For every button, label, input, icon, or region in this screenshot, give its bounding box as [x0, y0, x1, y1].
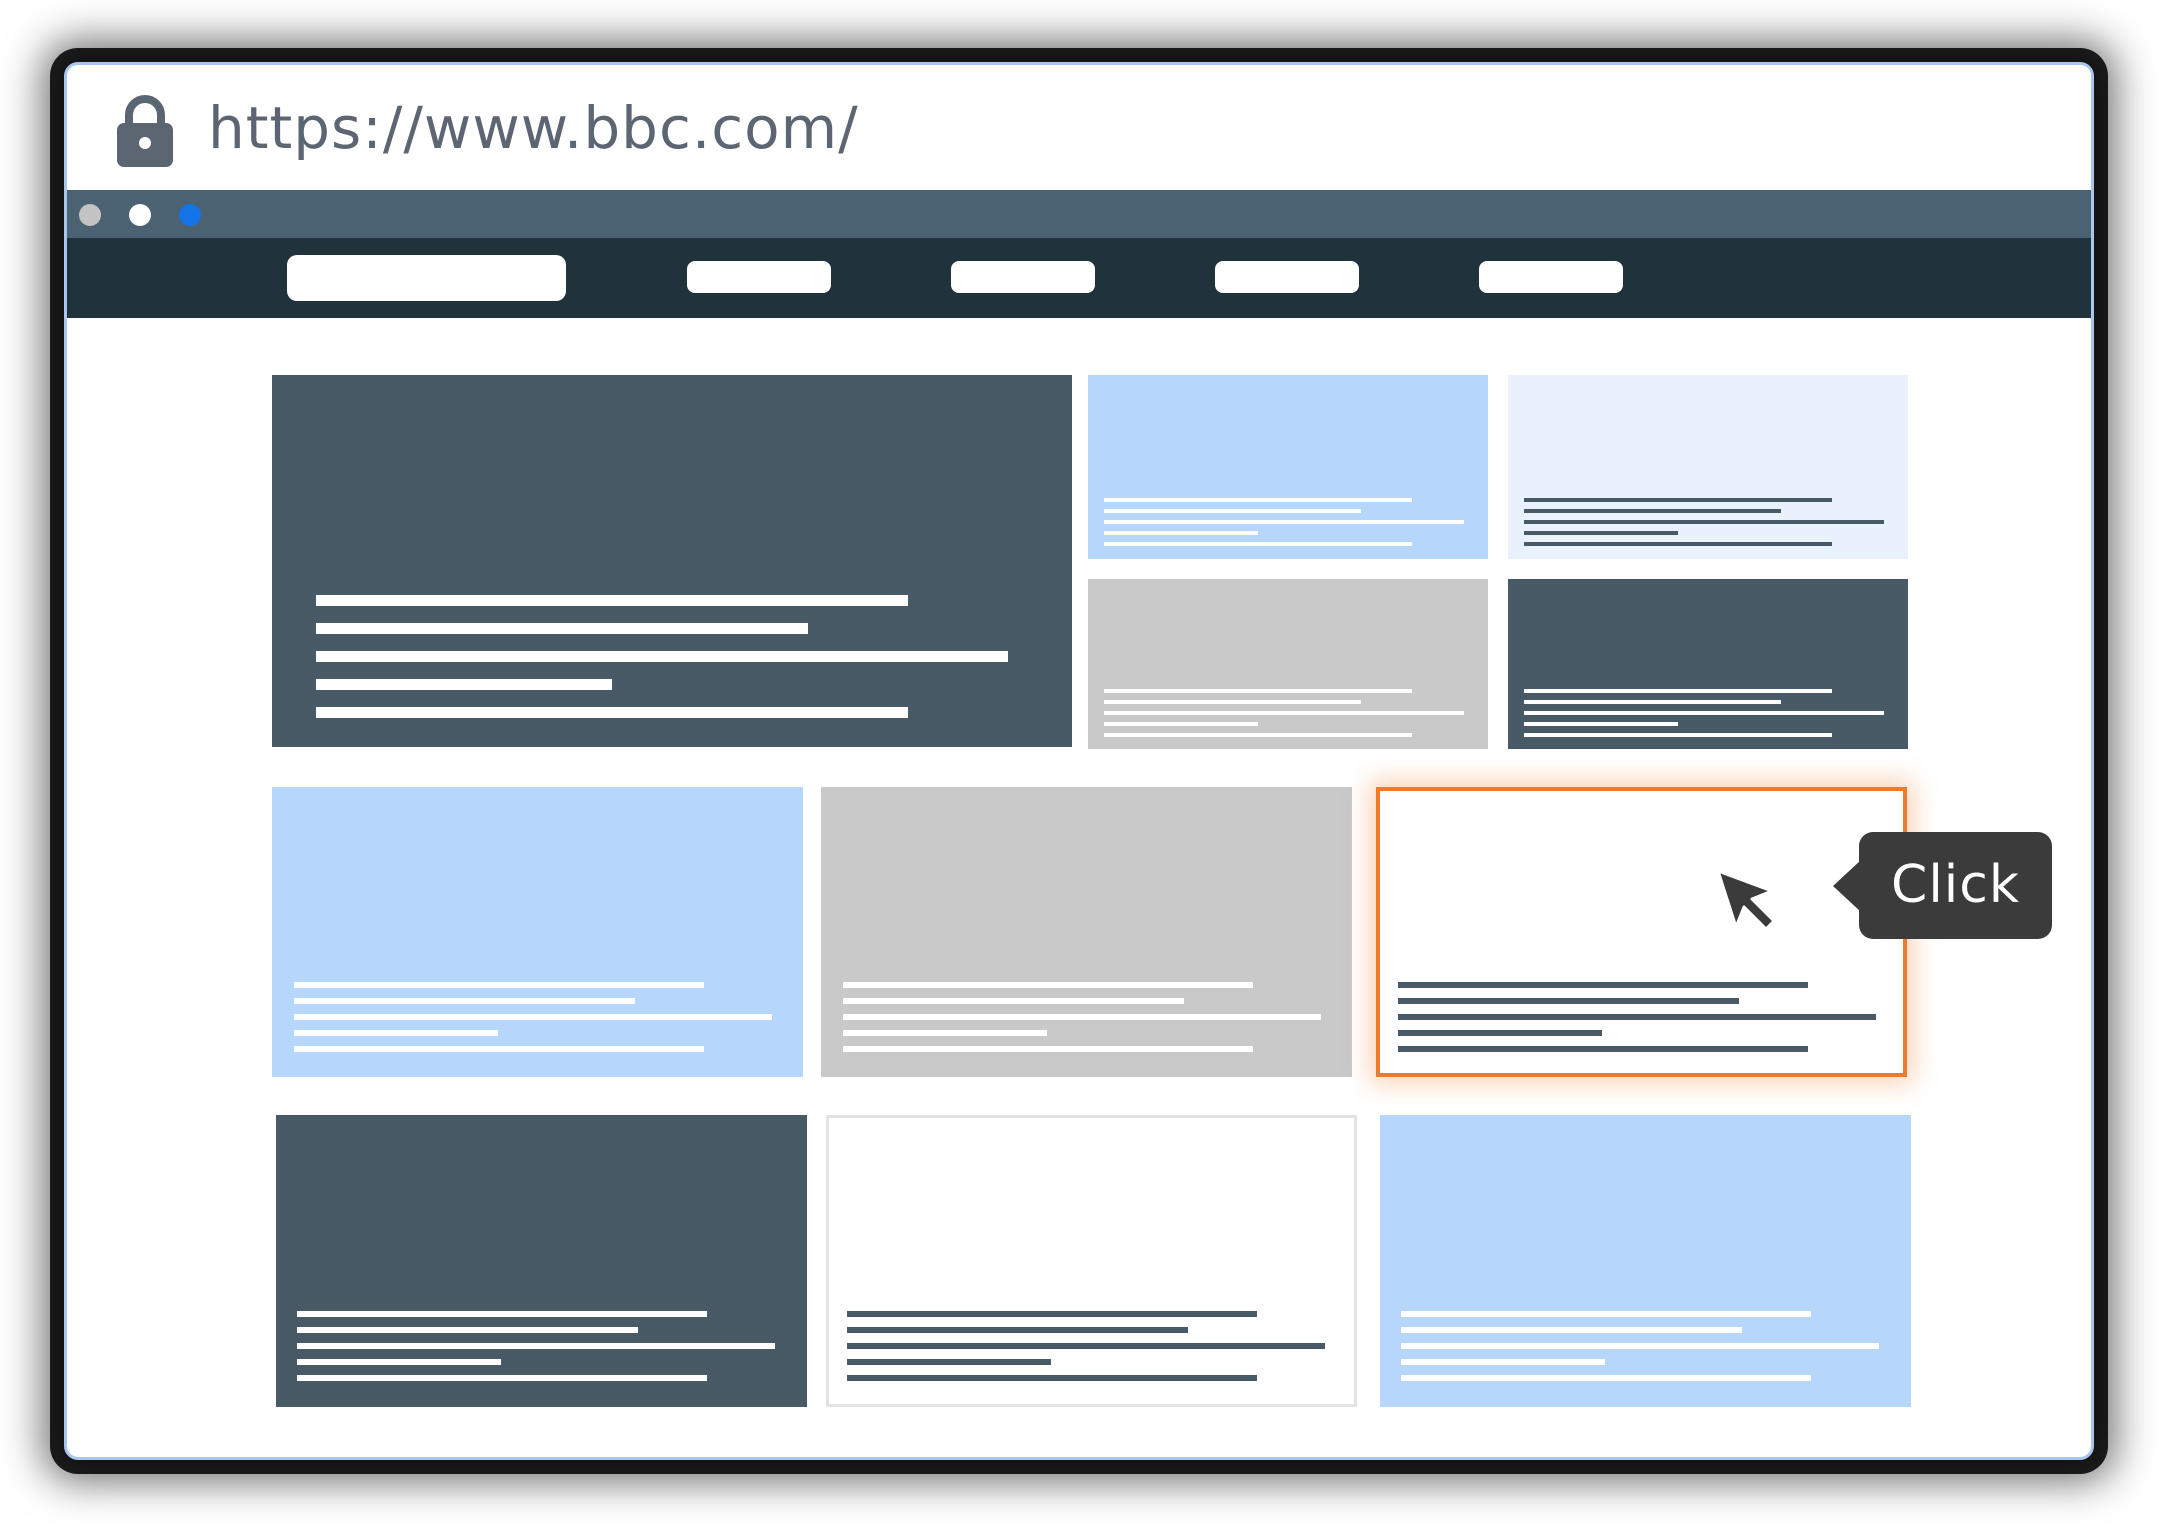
- nav-item-2[interactable]: [951, 261, 1095, 293]
- text-line: [1398, 1030, 1602, 1036]
- text-line: [1401, 1343, 1879, 1349]
- article-card-mid-1[interactable]: [272, 787, 803, 1077]
- text-line: [1524, 520, 1884, 524]
- text-line: [1401, 1311, 1811, 1317]
- text-line: [1104, 689, 1412, 693]
- text-line: [1401, 1327, 1742, 1333]
- text-line: [1524, 498, 1832, 502]
- text-line: [316, 707, 908, 718]
- text-line: [297, 1375, 707, 1381]
- text-line: [1524, 542, 1832, 546]
- text-line: [294, 1030, 498, 1036]
- text-line: [1401, 1359, 1605, 1365]
- text-line: [1104, 509, 1361, 513]
- text-line: [294, 1046, 704, 1052]
- site-navigation: [67, 238, 2091, 318]
- text-line: [316, 595, 908, 606]
- text-line: [1524, 531, 1678, 535]
- article-card-top-3[interactable]: [1088, 579, 1488, 749]
- text-line: [297, 1343, 775, 1349]
- mouse-cursor-icon: [1716, 869, 1776, 931]
- text-line: [847, 1311, 1257, 1317]
- nav-item-3[interactable]: [1215, 261, 1359, 293]
- url-text[interactable]: https://www.bbc.com/: [208, 91, 859, 165]
- text-line: [1398, 998, 1739, 1004]
- text-line: [1104, 722, 1258, 726]
- click-tooltip: Click: [1833, 832, 2052, 939]
- article-card-mid-2[interactable]: [821, 787, 1352, 1077]
- nav-item-1[interactable]: [687, 261, 831, 293]
- text-line: [297, 1311, 707, 1317]
- text-line: [843, 1014, 1321, 1020]
- text-line: [1524, 700, 1781, 704]
- text-line: [843, 982, 1253, 988]
- text-line: [1104, 498, 1412, 502]
- window-dot-gray[interactable]: [79, 204, 101, 226]
- text-line: [843, 998, 1184, 1004]
- tooltip-arrow: [1833, 860, 1861, 912]
- text-line: [843, 1030, 1047, 1036]
- text-line: [847, 1375, 1257, 1381]
- text-line: [297, 1327, 638, 1333]
- tooltip-label: Click: [1891, 855, 2020, 915]
- window-dot-blue[interactable]: [179, 204, 201, 226]
- featured-article-card[interactable]: [272, 375, 1072, 747]
- article-card-top-4[interactable]: [1508, 579, 1908, 749]
- browser-window: https://www.bbc.com/: [64, 62, 2094, 1460]
- text-line: [316, 651, 1008, 662]
- text-line: [1398, 1046, 1808, 1052]
- text-line: [847, 1327, 1188, 1333]
- text-line: [843, 1046, 1253, 1052]
- site-logo-placeholder[interactable]: [287, 255, 566, 301]
- article-card-mid-3[interactable]: [1376, 787, 1907, 1077]
- text-line: [1524, 733, 1832, 737]
- text-line: [316, 679, 612, 690]
- text-line: [1398, 982, 1808, 988]
- text-line: [294, 982, 704, 988]
- text-line: [1401, 1375, 1811, 1381]
- lock-icon: [117, 95, 173, 167]
- text-line: [316, 623, 808, 634]
- text-line: [1104, 711, 1464, 715]
- text-line: [1104, 733, 1412, 737]
- text-line: [1104, 700, 1361, 704]
- article-card-bottom-3[interactable]: [1380, 1115, 1911, 1407]
- article-card-top-2[interactable]: [1508, 375, 1908, 559]
- text-line: [294, 998, 635, 1004]
- text-line: [847, 1359, 1051, 1365]
- text-line: [1524, 711, 1884, 715]
- text-line: [1524, 509, 1781, 513]
- text-line: [1524, 722, 1678, 726]
- window-chrome-bar: [67, 190, 2091, 238]
- text-line: [1104, 542, 1412, 546]
- text-line: [1524, 689, 1832, 693]
- text-line: [1398, 1014, 1876, 1020]
- text-line: [1104, 531, 1258, 535]
- window-dot-white[interactable]: [129, 204, 151, 226]
- nav-item-4[interactable]: [1479, 261, 1623, 293]
- article-card-top-1[interactable]: [1088, 375, 1488, 559]
- article-card-bottom-1[interactable]: [276, 1115, 807, 1407]
- text-line: [1104, 520, 1464, 524]
- text-line: [297, 1359, 501, 1365]
- text-line: [847, 1343, 1325, 1349]
- address-bar[interactable]: https://www.bbc.com/: [67, 65, 2091, 190]
- article-card-bottom-2[interactable]: [826, 1115, 1357, 1407]
- text-line: [294, 1014, 772, 1020]
